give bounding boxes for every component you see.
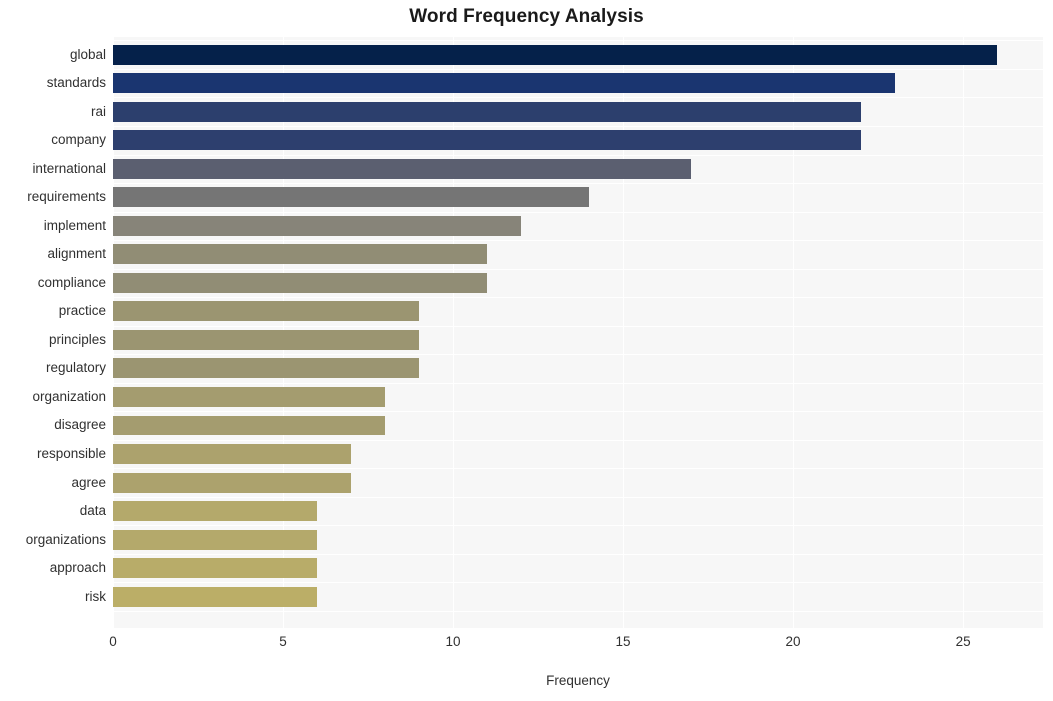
bar (113, 301, 420, 322)
y-axis-tick-label: organizations (25, 531, 106, 547)
y-axis-tick-labels: global standards rai company international re… (0, 37, 106, 628)
horizontal-gridline (113, 212, 1043, 213)
y-axis-tick-label: company (51, 132, 106, 148)
bar (113, 272, 488, 293)
horizontal-gridline (113, 440, 1043, 441)
bar (113, 158, 692, 179)
horizontal-gridline (113, 582, 1043, 583)
bar (113, 44, 998, 65)
bar (113, 501, 318, 522)
bar (113, 329, 420, 350)
x-axis-tick-label: 5 (279, 634, 287, 649)
y-axis-tick-label: global (69, 46, 106, 62)
horizontal-gridline (113, 383, 1043, 384)
horizontal-gridline (113, 411, 1043, 412)
y-axis-tick-label: risk (85, 588, 106, 604)
bar (113, 187, 590, 208)
y-axis-tick-label: implement (43, 217, 106, 233)
bar (113, 73, 896, 94)
chart-title: Word Frequency Analysis (409, 6, 644, 27)
y-axis-tick-label: principles (48, 331, 106, 347)
y-axis-tick-label: approach (49, 560, 106, 576)
horizontal-gridline (113, 525, 1043, 526)
horizontal-gridline (113, 326, 1043, 327)
horizontal-gridline (113, 155, 1043, 156)
y-axis-tick-label: agree (71, 474, 106, 490)
horizontal-gridline (113, 297, 1043, 298)
horizontal-gridline (113, 69, 1043, 70)
x-axis-tick-label: 10 (445, 634, 461, 649)
horizontal-gridline (113, 240, 1043, 241)
bar (113, 386, 386, 407)
y-axis-tick-label: organization (32, 388, 106, 404)
horizontal-gridline (113, 497, 1043, 498)
y-axis-tick-label: regulatory (45, 360, 106, 376)
word-frequency-chart: Word Frequency Analysis global standards r… (0, 0, 1053, 701)
horizontal-gridline (113, 468, 1043, 469)
y-axis-tick-label: international (32, 160, 106, 176)
x-axis-tick-label: 15 (615, 634, 631, 649)
x-axis-title: Frequency (546, 673, 610, 688)
horizontal-gridline (113, 183, 1043, 184)
y-axis-tick-label: responsible (36, 446, 106, 461)
horizontal-gridline (113, 611, 1043, 612)
bar (113, 130, 862, 151)
x-axis-tick-label: 20 (785, 634, 801, 649)
horizontal-gridline (113, 97, 1043, 98)
y-axis-tick-label: disagree (54, 417, 106, 433)
bar (113, 529, 318, 550)
plot-area (113, 37, 1043, 628)
bar (113, 358, 420, 379)
y-axis-tick-label: standards (46, 75, 106, 91)
y-axis-tick-label: rai (90, 103, 106, 119)
y-axis-tick-label: data (79, 503, 106, 519)
horizontal-gridline (113, 554, 1043, 555)
bar (113, 415, 386, 436)
bar (113, 444, 352, 464)
bar (113, 101, 862, 122)
bar (113, 215, 522, 236)
horizontal-gridline (113, 40, 1043, 41)
y-axis-tick-label: alignment (47, 246, 106, 262)
horizontal-gridline (113, 126, 1043, 127)
x-axis-tick-label: 25 (955, 634, 971, 649)
x-axis-tick-labels: 0 5 10 15 20 25 (0, 634, 1053, 658)
horizontal-gridline (113, 354, 1043, 355)
bar (113, 472, 352, 493)
x-axis-tick-label: 0 (109, 634, 117, 649)
bar (113, 558, 318, 579)
y-axis-tick-label: practice (58, 303, 106, 319)
bar (113, 586, 318, 607)
y-axis-tick-label: compliance (37, 274, 106, 290)
bar (113, 244, 488, 265)
horizontal-gridline (113, 269, 1043, 270)
y-axis-tick-label: requirements (27, 189, 106, 205)
